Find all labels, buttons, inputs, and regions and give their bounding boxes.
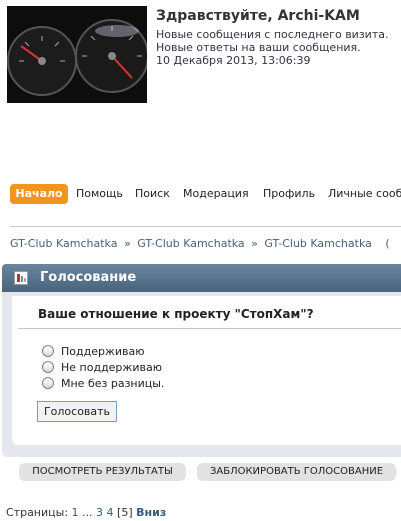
poll-option-label: Мне без разницы. [61,376,165,390]
dashboard-image [7,6,147,103]
breadcrumb: GT-Club Kamchatka » GT-Club Kamchatka » … [10,237,390,250]
divider [10,226,401,227]
poll-option[interactable]: Не поддерживаю [42,359,162,375]
page-link[interactable]: 4 [107,506,114,519]
datetime: 10 Декабря 2013, 13:06:39 [156,54,311,67]
poll-option-label: Не поддерживаю [61,360,162,374]
poll-title: Голосование [40,270,137,285]
poll-icon [14,271,28,285]
current-page: [5] [117,506,133,519]
avatar [7,6,147,103]
lock-poll-button[interactable]: ЗАБЛОКИРОВАТЬ ГОЛОСОВАНИЕ [197,463,396,481]
poll-option[interactable]: Поддерживаю [42,343,145,359]
pagination-label: Страницы: [6,506,69,519]
question-divider [18,328,401,329]
scroll-down-link[interactable]: Вниз [136,506,166,519]
radio-button[interactable] [42,361,54,373]
greeting: Здравствуйте, Archi-KAM [156,8,360,24]
radio-button[interactable] [42,377,54,389]
breadcrumb-overflow: ( [385,237,390,250]
menu-item-home[interactable]: Начало [10,184,68,204]
pagination: Страницы: 1 ... 3 4 [5] Вниз [6,506,166,519]
poll-header: Голосование [2,264,401,292]
menu-item-help[interactable]: Помощь [76,184,123,204]
breadcrumb-separator: » [251,237,258,250]
menu-item-search[interactable]: Поиск [135,184,170,204]
menu-item-messages[interactable]: Личные сооб [328,184,401,204]
page-link[interactable]: 1 [72,506,79,519]
new-since-visit-link[interactable]: Новые сообщения с последнего визита. [156,28,388,41]
breadcrumb-link[interactable]: GT-Club Kamchatka [264,237,371,250]
breadcrumb-link[interactable]: GT-Club Kamchatka [137,237,244,250]
poll-option-label: Поддерживаю [61,344,145,358]
poll-option[interactable]: Мне без разницы. [42,375,164,391]
view-results-button[interactable]: ПОСМОТРЕТЬ РЕЗУЛЬТАТЫ [19,463,186,481]
main-menu: Начало Помощь Поиск Модерация Профиль Ли… [0,184,401,204]
breadcrumb-link[interactable]: GT-Club Kamchatka [10,237,117,250]
radio-button[interactable] [42,345,54,357]
new-replies-link[interactable]: Новые ответы на ваши сообщения. [156,41,361,54]
poll-question: Ваше отношение к проекту "СтопХам"? [38,307,314,321]
pagination-ellipsis: ... [82,506,93,519]
breadcrumb-separator: » [123,237,131,250]
vote-button[interactable]: Голосовать [37,401,117,422]
page-link[interactable]: 3 [96,506,103,519]
menu-item-moderation[interactable]: Модерация [183,184,249,204]
menu-item-profile[interactable]: Профиль [263,184,315,204]
